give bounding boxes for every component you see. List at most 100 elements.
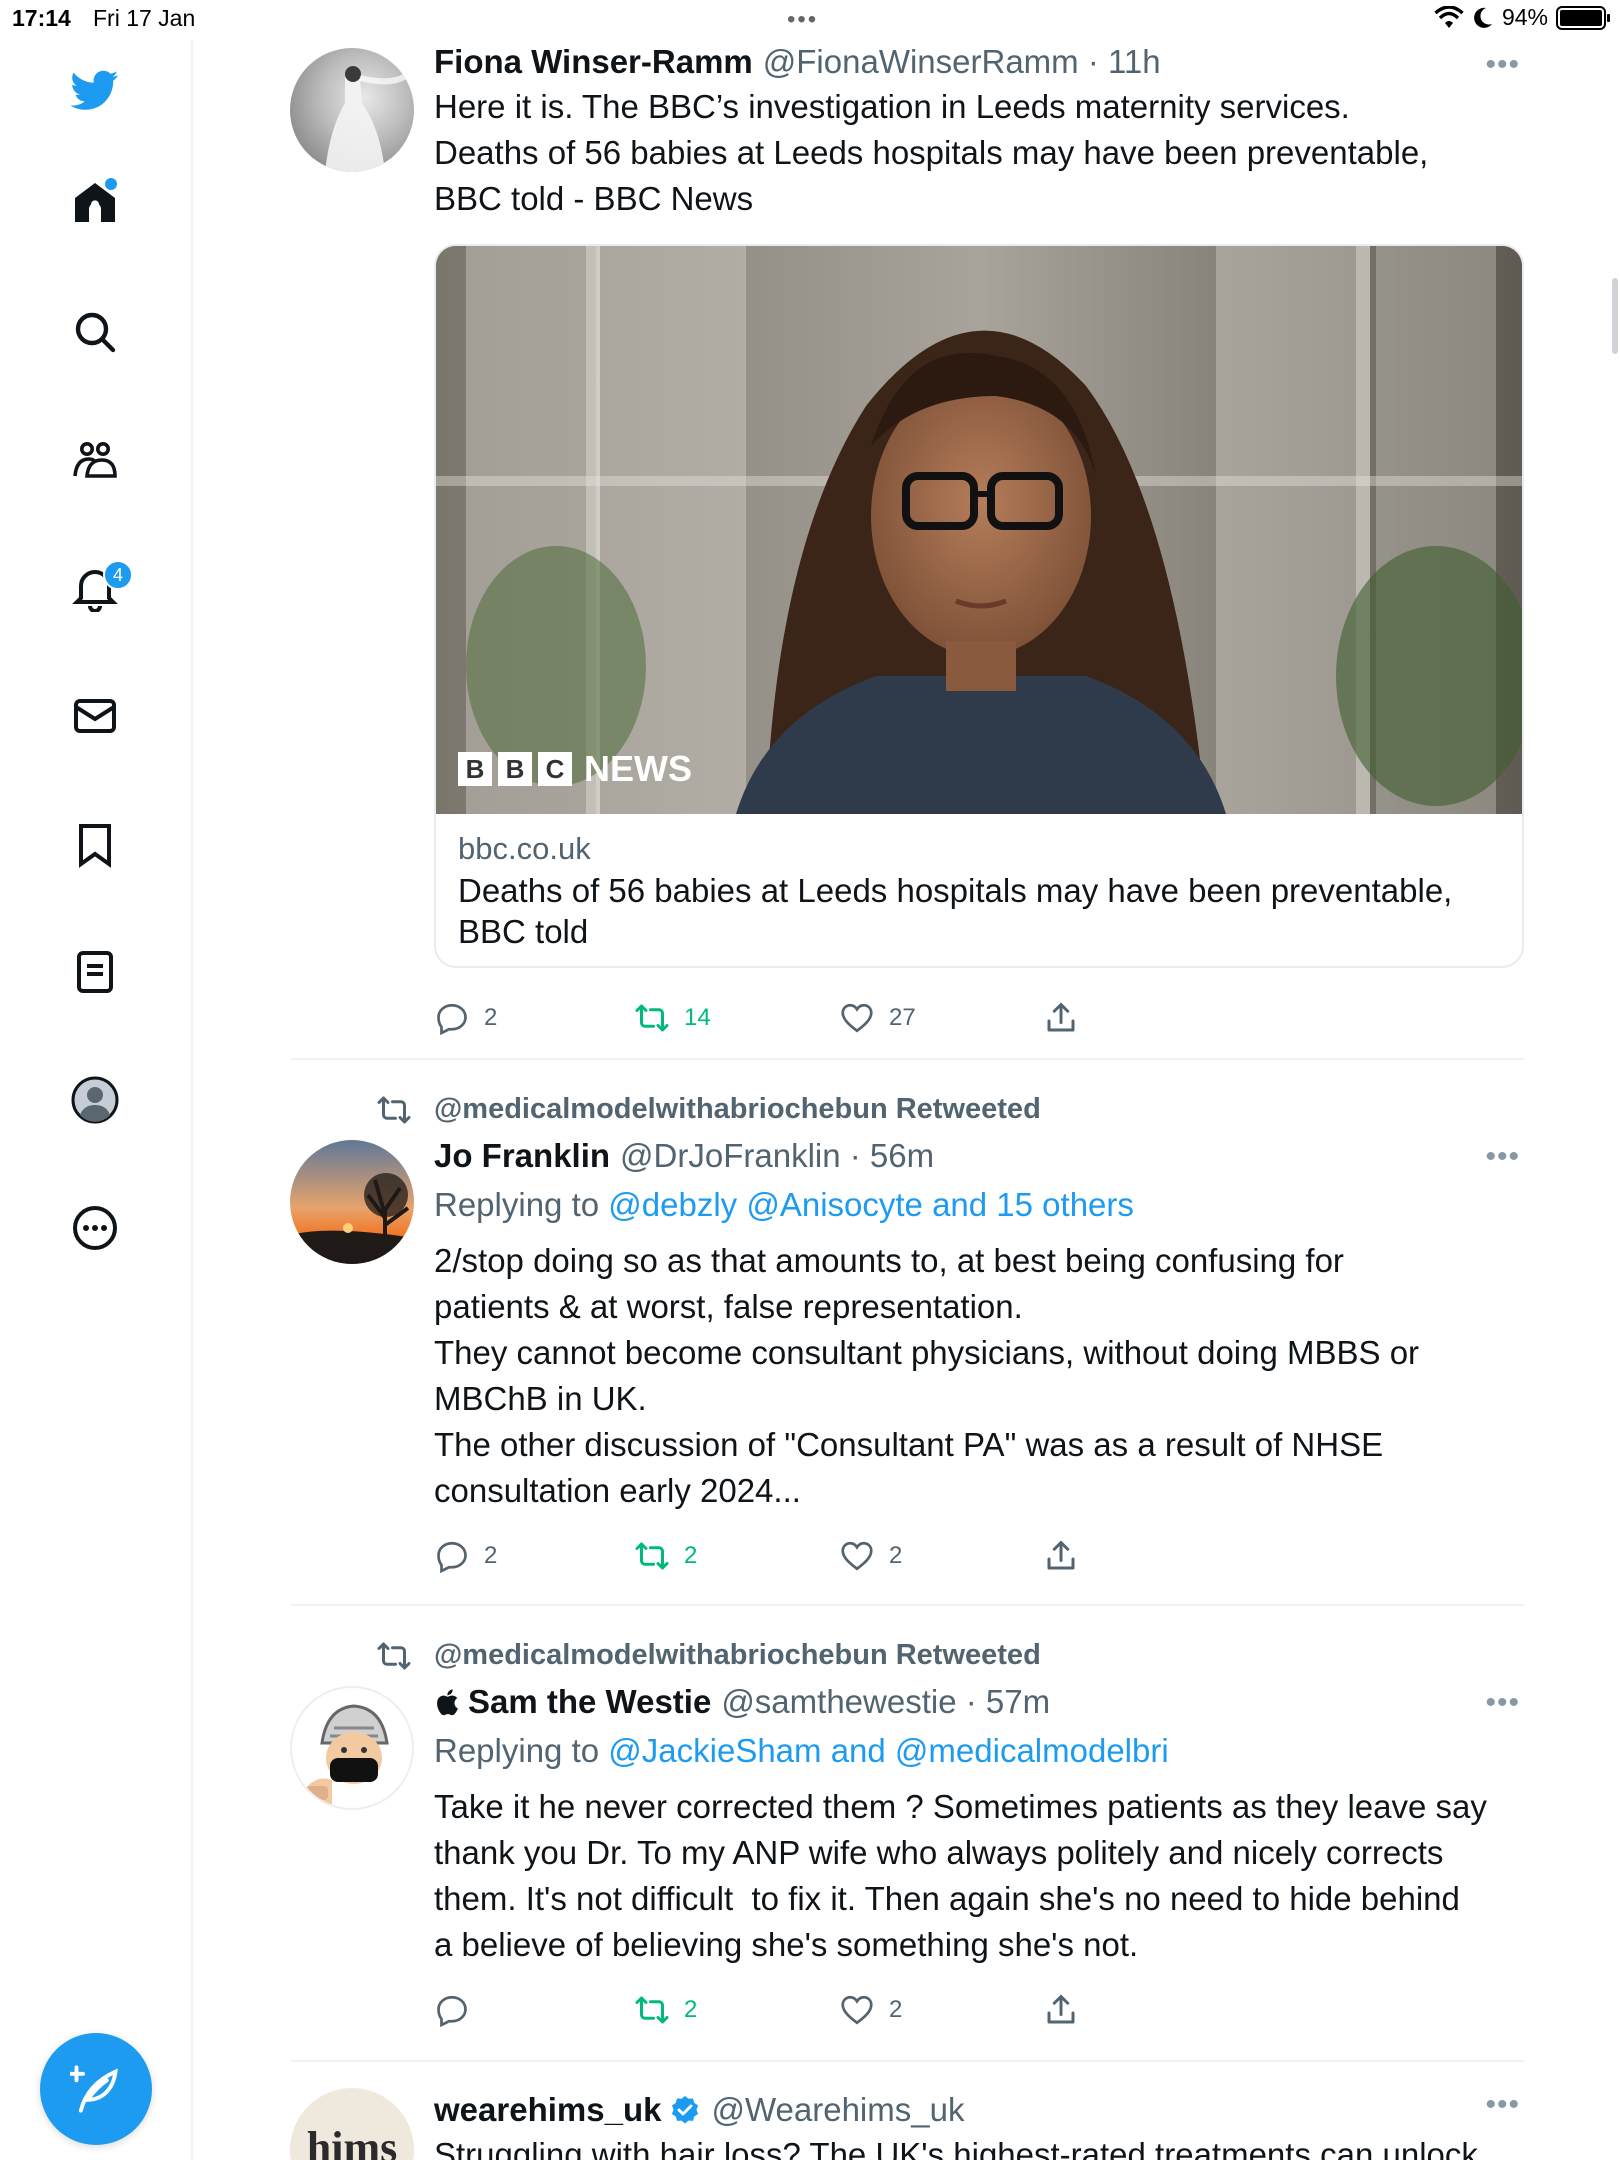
reply-button[interactable] [434,1992,634,2028]
share-icon [1047,1003,1075,1032]
author-handle: @samthewestie · 57m [721,1683,1051,1720]
share-button[interactable] [1043,1000,1079,1036]
multitasking-dots[interactable]: ••• [787,6,818,34]
avatar[interactable] [290,1140,414,1264]
share-icon [1047,1541,1075,1570]
tweet[interactable]: ••• Fiona Winser-Ramm @FionaWinserRamm ·… [290,40,1524,1060]
sidebar: 4 [0,40,193,2160]
author-name[interactable]: Sam the Westie [468,1680,711,1724]
scrollbar[interactable] [1612,278,1618,354]
retweet-button[interactable]: 14 [634,1000,839,1036]
replying-prefix: Replying to [434,1186,600,1223]
communities-icon[interactable] [65,430,125,490]
link-card[interactable]: B B C NEWS bbc.co.uk Deaths of 56 babies… [434,244,1524,968]
avatar[interactable]: hims [290,2088,414,2160]
moon-icon [1474,7,1492,28]
messages-icon[interactable] [65,686,125,746]
avatar[interactable] [290,1686,414,1810]
like-button[interactable]: 27 [839,1000,1043,1036]
bbc-news-logo: B B C NEWS [458,748,692,790]
like-count: 27 [889,1004,916,1031]
retweet-button[interactable]: 2 [634,1992,839,2028]
article-photo [436,246,1522,814]
reply-button[interactable]: 2 [434,1538,634,1574]
card-image: B B C NEWS [436,246,1522,814]
status-bar: 17:14 Fri 17 Jan ••• 94% [0,0,1620,40]
tweet-more-icon[interactable]: ••• [1485,1140,1520,1174]
verified-badge-icon [672,2096,699,2124]
retweet-button[interactable]: 2 [634,1538,839,1574]
card-title-line: BBC told [458,913,589,950]
tweet-more-icon[interactable]: ••• [1485,48,1520,82]
share-button[interactable] [1043,1992,1079,2028]
tweet-header: wearehims_uk @Wearehims_uk [434,2088,1524,2132]
tweet-actions: 2 14 27 [434,988,1524,1048]
avatar[interactable] [290,48,414,172]
status-date: Fri 17 Jan [93,5,196,31]
like-button[interactable]: 2 [839,1992,1043,2028]
retweeted-by-text[interactable]: @medicalmodelwithabriochebun Retweeted [434,1093,1041,1126]
bbc-logo-letter: B [498,752,532,786]
retweeted-by: @medicalmodelwithabriochebun Retweeted [290,1084,1524,1134]
tweet-text-line: 2/stop doing so as that amounts to, at b… [434,1242,1344,1279]
card-title-line: Deaths of 56 babies at Leeds hospitals m… [458,872,1453,909]
status-time: 17:14 [12,5,71,31]
timeline: ••• Fiona Winser-Ramm @FionaWinserRamm ·… [290,40,1524,2160]
tweet-more-icon[interactable]: ••• [1485,1686,1520,1720]
tweet-text: Take it he never corrected them ? Someti… [434,1784,1524,1968]
heart-icon [841,1003,873,1033]
tweet[interactable]: @medicalmodelwithabriochebun Retweeted •… [290,1606,1524,2062]
tweet-text-line: them. It's not difficult to fix it. Then… [434,1880,1460,1917]
status-right: 94% [1434,4,1610,31]
tweet-more-icon[interactable]: ••• [1485,2088,1520,2122]
tweet-text-line: a believe of believing she's something s… [434,1926,1139,1963]
retweet-count: 2 [684,1542,698,1569]
compose-feather-icon [70,2065,118,2113]
tweet[interactable]: @medicalmodelwithabriochebun Retweeted •… [290,1060,1524,1606]
replying-to-link[interactable]: @debzly @Anisocyte and 15 others [608,1186,1134,1223]
tweet-text-line: Take it he never corrected them ? Someti… [434,1788,1487,1825]
tweet-text-line: thank you Dr. To my ANP wife who always … [434,1834,1444,1871]
tweet-text: Here it is. The BBC’s investigation in L… [434,84,1524,222]
lists-icon[interactable] [65,942,125,1002]
retweet-count: 2 [684,1996,698,2023]
author-handle: @FionaWinserRamm · 11h [762,43,1161,80]
tweet-text-line: Deaths of 56 babies at Leeds hospitals m… [434,134,1429,171]
share-button[interactable] [1043,1538,1079,1574]
retweet-icon [635,1004,669,1032]
notifications-icon[interactable]: 4 [65,558,133,618]
home-icon[interactable] [65,172,125,232]
profile-icon[interactable] [65,1070,125,1130]
bookmarks-icon[interactable] [65,814,125,874]
tweet-text-line: BBC told - BBC News [434,180,754,217]
twitter-logo-icon[interactable] [65,60,125,120]
tweet-actions: 2 2 [434,1980,1524,2040]
tweet-actions: 2 2 2 [434,1526,1524,1586]
replying-to-link[interactable]: @JackieSham and @medicalmodelbri [608,1732,1168,1769]
card-meta: bbc.co.uk Deaths of 56 babies at Leeds h… [436,814,1522,966]
reply-icon [437,1541,467,1574]
author-name[interactable]: Fiona Winser-Ramm [434,40,753,84]
retweeted-by-text[interactable]: @medicalmodelwithabriochebun Retweeted [434,1639,1041,1672]
battery-percent: 94% [1501,4,1548,30]
reply-button[interactable]: 2 [434,1000,634,1036]
author-name[interactable]: wearehims_uk [434,2088,661,2132]
heart-icon [841,1995,873,2025]
like-count: 2 [889,1542,903,1569]
tweet-text-line: They cannot become consultant physicians… [434,1334,1420,1371]
retweet-icon [377,1642,411,1670]
tweet-header: Sam the Westie @samthewestie · 57m [434,1680,1524,1724]
battery-icon [1556,5,1610,30]
like-button[interactable]: 2 [839,1538,1043,1574]
retweet-icon [635,1996,669,2024]
retweet-icon [635,1542,669,1570]
tweet-text-line: Here it is. The BBC’s investigation in L… [434,88,1350,125]
compose-tweet-button[interactable] [40,2033,152,2145]
author-name[interactable]: Jo Franklin [434,1134,610,1178]
search-icon[interactable] [65,302,125,362]
more-icon[interactable] [65,1198,125,1258]
tweet-text-line: The other discussion of "Consultant PA" … [434,1426,1384,1463]
tweet[interactable]: hims ••• wearehims_uk @Wearehims_uk Stru… [290,2062,1524,2160]
like-count: 2 [889,1996,903,2023]
retweeted-by: @medicalmodelwithabriochebun Retweeted [290,1630,1524,1680]
